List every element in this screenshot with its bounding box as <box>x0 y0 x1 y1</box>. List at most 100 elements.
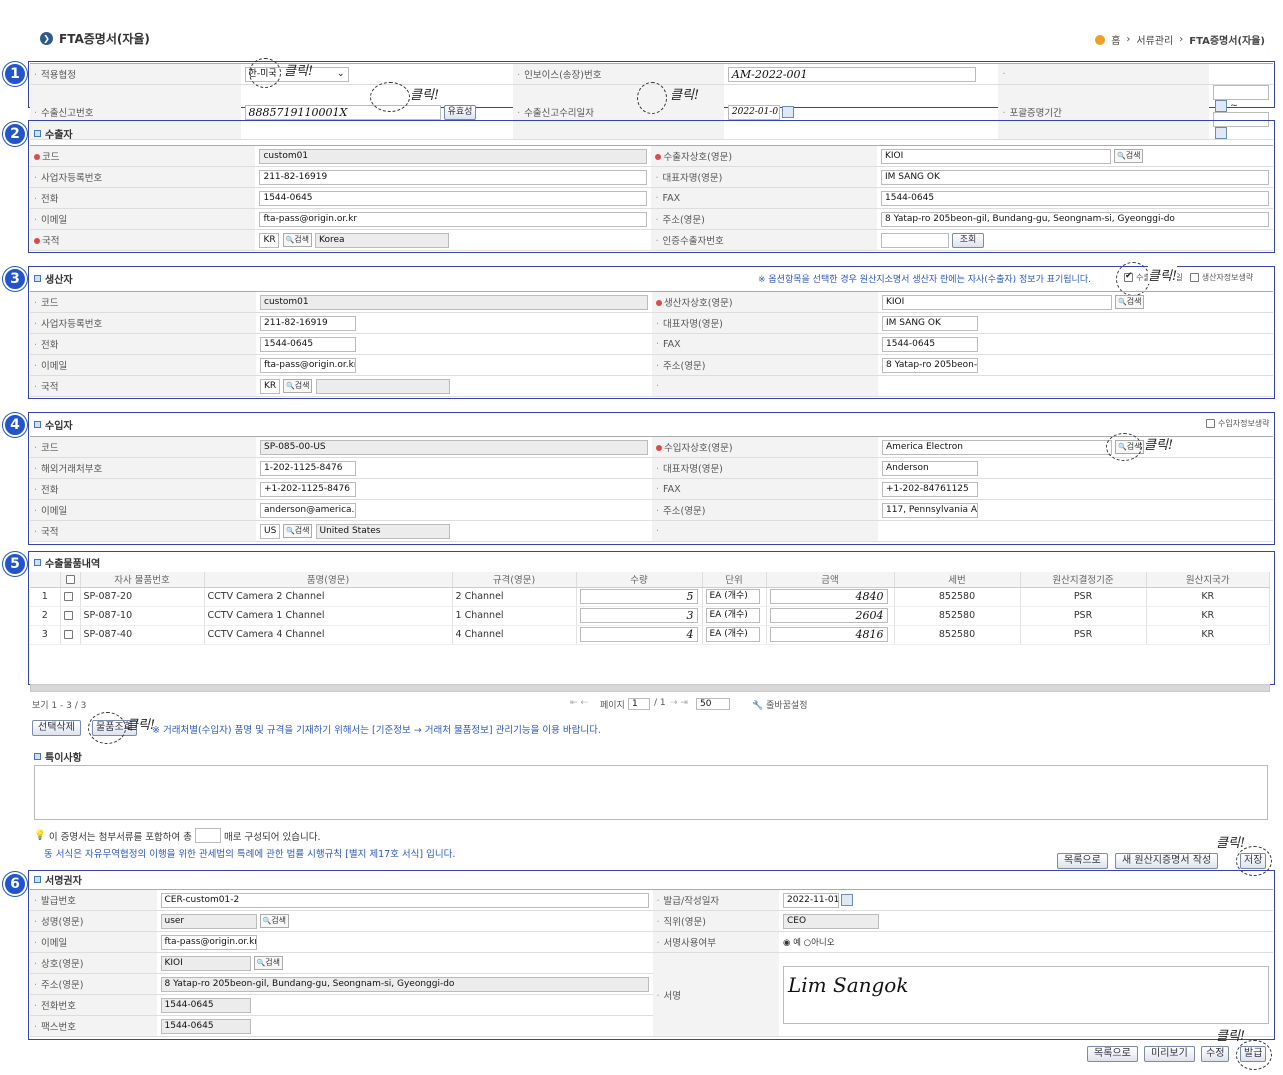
producer-bizno-input[interactable]: 211-82-16919 <box>260 315 356 331</box>
period-start-input[interactable] <box>1213 85 1269 100</box>
importer-email-input[interactable]: anderson@america.co <box>260 502 356 518</box>
exporter-email-input[interactable]: fta-pass@origin.or.kr <box>259 211 648 227</box>
calendar-icon[interactable] <box>781 106 794 118</box>
amount-input[interactable]: 4840 <box>769 589 888 604</box>
remarks-textarea[interactable] <box>34 765 1268 820</box>
signer-fax-input[interactable]: 1544-0645 <box>160 1018 251 1034</box>
producer-name-input[interactable]: KIOI <box>882 294 1112 310</box>
exporter-fax-input[interactable]: 1544-0645 <box>881 190 1269 206</box>
search-button[interactable]: 검색 <box>1114 149 1144 163</box>
col-qty[interactable]: 수량 <box>576 572 703 588</box>
exporter-bizno-input[interactable]: 211-82-16919 <box>259 169 648 185</box>
list-button[interactable]: 목록으로 <box>1057 853 1108 869</box>
search-button[interactable]: 검색 <box>283 379 313 393</box>
signer-addr-input[interactable]: 8 Yatap-ro 205beon-gil, Bundang-gu, Seon… <box>160 976 649 992</box>
table-row[interactable]: 1 SP-087-20 CCTV Camera 2 Channel 2 Chan… <box>30 587 1270 607</box>
producer-addr-input[interactable]: 8 Yatap-ro 205beon-gil <box>882 357 978 373</box>
exporter-tel-input[interactable]: 1544-0645 <box>259 190 648 206</box>
validity-button[interactable]: 유효성 <box>443 104 477 120</box>
importer-code-input[interactable]: SP-085-00-US <box>260 439 648 455</box>
search-button[interactable]: 검색 <box>1115 295 1145 309</box>
omit-importer-checkbox[interactable] <box>1206 419 1215 428</box>
page-size-select[interactable]: 50 <box>696 698 730 710</box>
breadcrumb-home[interactable]: 홈 <box>1111 32 1120 47</box>
qty-input[interactable]: 4 <box>579 627 698 642</box>
preview-button[interactable]: 미리보기 <box>1144 1046 1195 1062</box>
unit-select[interactable]: EA (개수) <box>705 627 760 642</box>
omit-producer-checkbox[interactable] <box>1189 273 1199 282</box>
search-button[interactable]: 검색 <box>283 524 313 538</box>
row-checkbox[interactable] <box>63 630 73 639</box>
issue-date-input[interactable]: 2022-11-01 <box>783 892 839 908</box>
table-row[interactable]: 2 SP-087-10 CCTV Camera 1 Channel 1 Chan… <box>30 606 1270 626</box>
search-button[interactable]: 검색 <box>282 233 312 247</box>
producer-tel-input[interactable]: 1544-0645 <box>260 336 356 352</box>
signer-name-input[interactable]: user <box>160 913 257 929</box>
producer-ceo-input[interactable]: IM SANG OK <box>882 315 978 331</box>
search-button[interactable]: 검색 <box>253 956 283 970</box>
company-input[interactable]: KIOI <box>160 955 251 971</box>
export-no-input[interactable]: 8885719110001X <box>244 104 441 120</box>
qty-input[interactable]: 5 <box>579 589 698 604</box>
qty-input[interactable]: 3 <box>579 608 698 623</box>
calendar-icon[interactable] <box>1215 100 1227 112</box>
producer-email-input[interactable]: fta-pass@origin.or.kr <box>260 357 356 373</box>
search-button[interactable]: 검색 <box>259 914 289 928</box>
invoice-input[interactable]: AM-2022-001 <box>727 66 976 82</box>
col-unit[interactable]: 단위 <box>702 572 767 588</box>
signer-tel-input[interactable]: 1544-0645 <box>160 997 251 1013</box>
producer-country-code[interactable]: KR <box>260 378 280 394</box>
inquiry-button[interactable]: 조회 <box>952 232 985 248</box>
radio-no[interactable]: ○아니오 <box>804 938 835 948</box>
col-spec[interactable]: 규격(영문) <box>452 572 577 588</box>
attach-count-input[interactable] <box>195 828 222 843</box>
row-checkbox[interactable] <box>63 611 73 620</box>
producer-fax-input[interactable]: 1544-0645 <box>882 336 978 352</box>
next-page-icon[interactable]: ⇢ ⇥ <box>670 698 688 708</box>
signer-email-input[interactable]: fta-pass@origin.or.kr <box>160 934 257 950</box>
col-name[interactable]: 품명(영문) <box>204 572 453 588</box>
importer-name-input[interactable]: America Electron <box>882 439 1112 455</box>
delete-selected-button[interactable]: 선택삭제 <box>32 720 81 736</box>
horizontal-scrollbar[interactable] <box>30 684 1270 692</box>
importer-fax-input[interactable]: +1-202-84761125 <box>882 481 978 497</box>
exporter-ceo-input[interactable]: IM SANG OK <box>881 169 1269 185</box>
edit-button[interactable]: 수정 <box>1201 1046 1230 1062</box>
exporter-name-input[interactable]: KIOI <box>881 148 1111 164</box>
exporter-cert-input[interactable] <box>881 232 949 248</box>
first-page-icon[interactable]: ⇤ ⇠ <box>570 698 588 708</box>
producer-code-input[interactable]: custom01 <box>260 294 648 310</box>
new-certificate-button[interactable]: 새 원산지증명서 작성 <box>1115 853 1219 869</box>
row-checkbox[interactable] <box>63 592 73 601</box>
unit-select[interactable]: EA (개수) <box>705 608 760 623</box>
radio-yes[interactable]: ◉ 예 <box>783 938 801 948</box>
importer-addr-input[interactable]: 117, Pennsylvania Aver <box>882 502 978 518</box>
position-input[interactable]: CEO <box>783 913 879 929</box>
calendar-icon[interactable] <box>841 894 853 906</box>
table-row[interactable]: 3 SP-087-40 CCTV Camera 4 Channel 4 Chan… <box>30 625 1270 645</box>
select-all-checkbox[interactable] <box>65 574 75 584</box>
col-country[interactable]: 원산지국가 <box>1146 572 1270 588</box>
list-button[interactable]: 목록으로 <box>1087 1046 1138 1062</box>
exporter-addr-input[interactable]: 8 Yatap-ro 205beon-gil, Bundang-gu, Seon… <box>881 211 1269 227</box>
col-criteria[interactable]: 원산지결정기준 <box>1020 572 1147 588</box>
col-amount[interactable]: 금액 <box>766 572 895 588</box>
importer-country-code[interactable]: US <box>260 523 280 539</box>
breadcrumb-docs[interactable]: 서류관리 <box>1136 32 1173 47</box>
importer-partner-input[interactable]: 1-202-1125-8476 <box>260 460 356 476</box>
column-setting[interactable]: 🔧 줄바꿈설정 <box>752 698 808 711</box>
importer-ceo-input[interactable]: Anderson <box>882 460 978 476</box>
exporter-code-input[interactable]: custom01 <box>259 148 648 164</box>
signature-box[interactable]: Lim Sangok <box>783 965 1269 1024</box>
importer-tel-input[interactable]: +1-202-1125-8476 <box>260 481 356 497</box>
exporter-country-code[interactable]: KR <box>259 232 280 248</box>
importer-country-label: 국적 <box>30 520 256 542</box>
col-item-no[interactable]: 자사 물품번호 <box>80 572 205 588</box>
page-input[interactable]: 1 <box>628 698 650 710</box>
unit-select[interactable]: EA (개수) <box>705 589 760 604</box>
issue-no-input[interactable]: CER-custom01-2 <box>160 892 649 908</box>
amount-input[interactable]: 2604 <box>769 608 888 623</box>
amount-input[interactable]: 4816 <box>769 627 888 642</box>
col-hs[interactable]: 세번 <box>894 572 1021 588</box>
accept-date-input[interactable]: 2022-01-01 <box>727 104 780 120</box>
